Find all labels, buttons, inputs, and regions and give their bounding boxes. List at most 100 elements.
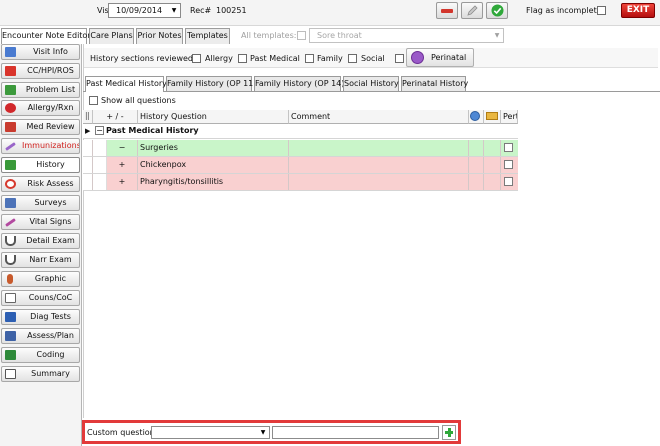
row-comment[interactable]	[289, 157, 469, 173]
sidebar-item-detail-exam[interactable]: Detail Exam	[1, 233, 80, 249]
tab-past-medical-history[interactable]: Past Medical History	[85, 76, 167, 92]
delete-button[interactable]	[436, 2, 458, 19]
diag-tests-icon	[5, 312, 16, 322]
vital-signs-icon	[5, 218, 16, 227]
social-checkbox[interactable]	[348, 54, 357, 63]
grid-header-question[interactable]: History Question	[138, 110, 289, 124]
chevron-down-icon[interactable]: ▼	[258, 427, 268, 438]
templates-checkbox[interactable]	[297, 31, 306, 40]
tab-templates[interactable]: Templates	[185, 28, 230, 44]
row-question[interactable]: Pharyngitis/tonsillitis	[138, 174, 289, 190]
tab-prior-notes[interactable]: Prior Notes	[136, 28, 183, 44]
baby-icon	[411, 51, 424, 64]
grid-header-globe[interactable]	[469, 110, 484, 124]
tab-social-history[interactable]: Social History	[343, 76, 399, 91]
chevron-down-icon[interactable]: ▼	[169, 5, 179, 16]
sidebar-item-visit-info[interactable]: Visit Info	[1, 44, 80, 60]
exit-button[interactable]: EXIT	[621, 3, 655, 18]
sidebar-item-cc-hpi-ros[interactable]: CC/HPI/ROS	[1, 63, 80, 79]
grid-header-handle[interactable]: ⣿	[83, 110, 93, 124]
sidebar-item-problem-list[interactable]: Problem List	[1, 82, 80, 98]
tab-family-history-op14[interactable]: Family History (OP 14)	[254, 76, 344, 91]
visit-date-picker[interactable]: 10/09/2014 ▼	[108, 3, 181, 18]
row-comment[interactable]	[289, 140, 469, 156]
pert-checkbox[interactable]	[504, 160, 513, 169]
sidebar-item-narr-exam[interactable]: Narr Exam	[1, 252, 80, 268]
sidebar-item-couns-coc[interactable]: Couns/CoC	[1, 290, 80, 306]
custom-question-select[interactable]: ▼	[151, 426, 270, 439]
sidebar-item-med-review[interactable]: Med Review	[1, 119, 80, 135]
sidebar-item-diag-tests[interactable]: Diag Tests	[1, 309, 80, 325]
edit-button[interactable]	[461, 2, 483, 19]
group-label: Past Medical History	[106, 126, 199, 135]
row-question[interactable]: Chickenpox	[138, 157, 289, 173]
problem-list-icon	[5, 85, 16, 95]
minus-icon	[441, 8, 453, 13]
cc-hpi-icon	[5, 66, 16, 76]
pencil-icon	[467, 4, 478, 16]
visit-info-icon	[5, 47, 16, 57]
row-sign[interactable]: +	[107, 157, 138, 173]
sidebar-item-history[interactable]: History	[1, 157, 80, 173]
row-sign[interactable]: −	[107, 140, 138, 156]
visit-date-value: 10/09/2014	[116, 6, 163, 15]
tab-family-history-op11[interactable]: Family History (OP 11)	[166, 76, 256, 91]
pert-checkbox[interactable]	[504, 177, 513, 186]
flag-incomplete-checkbox[interactable]	[597, 6, 606, 15]
show-all-questions-label: Show all questions	[101, 96, 176, 105]
perinatal-button[interactable]: Perinatal	[406, 48, 474, 67]
family-checkbox[interactable]	[305, 54, 314, 63]
template-select[interactable]: Sore throat ▼	[309, 28, 504, 43]
chevron-down-icon[interactable]: ▼	[492, 30, 502, 41]
complete-button[interactable]	[486, 2, 508, 19]
tab-care-plans[interactable]: Care Plans	[89, 28, 134, 44]
grid-header-notes[interactable]	[484, 110, 501, 124]
family-label: Family	[317, 54, 343, 63]
row-question[interactable]: Surgeries	[138, 140, 289, 156]
tab-encounter-note-editor[interactable]: Encounter Note Editor	[1, 28, 91, 45]
allergy-icon	[5, 103, 16, 113]
sidebar-item-surveys[interactable]: Surveys	[1, 195, 80, 211]
allergy-checkbox[interactable]	[192, 54, 201, 63]
grid-header-plus-minus[interactable]: + / -	[93, 110, 138, 124]
sidebar-item-assess-plan[interactable]: Assess/Plan	[1, 328, 80, 344]
group-row[interactable]: ▶ − Past Medical History	[83, 124, 518, 139]
body-figure-icon	[7, 274, 13, 284]
custom-question-input[interactable]	[272, 426, 439, 439]
perinatal-checkbox[interactable]	[395, 54, 404, 63]
table-row[interactable]: + Chickenpox	[83, 157, 518, 174]
past-medical-checkbox[interactable]	[238, 54, 247, 63]
risk-assess-icon	[5, 179, 16, 189]
table-row[interactable]: + Pharyngitis/tonsillitis	[83, 174, 518, 191]
sidebar-item-risk-assess[interactable]: Risk Assess	[1, 176, 80, 192]
sidebar-item-summary[interactable]: Summary	[1, 366, 80, 382]
row-comment[interactable]	[289, 174, 469, 190]
grid-header-comment[interactable]: Comment	[289, 110, 469, 124]
rec-number: 100251	[216, 6, 247, 15]
grid-header-pert[interactable]: Pert	[501, 110, 518, 124]
tab-perinatal-history[interactable]: Perinatal History	[401, 76, 468, 91]
social-label: Social	[361, 54, 385, 63]
sidebar-item-allergy-rxn[interactable]: Allergy/Rxn	[1, 100, 80, 116]
globe-icon	[470, 111, 480, 121]
pert-checkbox[interactable]	[504, 143, 513, 152]
rec-label: Rec#	[190, 6, 212, 15]
table-row[interactable]: − Surgeries	[83, 140, 518, 157]
past-medical-label: Past Medical	[250, 54, 300, 63]
sub-tab-divider	[83, 91, 660, 92]
sidebar-item-graphic[interactable]: Graphic	[1, 271, 80, 287]
sidebar-item-vital-signs[interactable]: Vital Signs	[1, 214, 80, 230]
add-question-button[interactable]	[442, 425, 456, 440]
check-circle-icon	[491, 4, 503, 17]
perinatal-label: Perinatal	[431, 53, 467, 62]
sidebar-item-immunizations[interactable]: Immunizations	[1, 138, 80, 154]
flag-incomplete-label: Flag as incomplete	[526, 6, 602, 15]
sidebar-nav: Visit Info CC/HPI/ROS Problem List Aller…	[0, 44, 82, 404]
row-sign[interactable]: +	[107, 174, 138, 190]
custom-question-bar: Custom question: ▼	[82, 420, 461, 444]
collapse-toggle[interactable]: −	[95, 126, 104, 135]
show-all-questions-checkbox[interactable]	[89, 96, 98, 105]
counseling-icon	[5, 293, 16, 303]
sidebar-item-coding[interactable]: Coding	[1, 347, 80, 363]
custom-question-label: Custom question:	[87, 428, 158, 437]
